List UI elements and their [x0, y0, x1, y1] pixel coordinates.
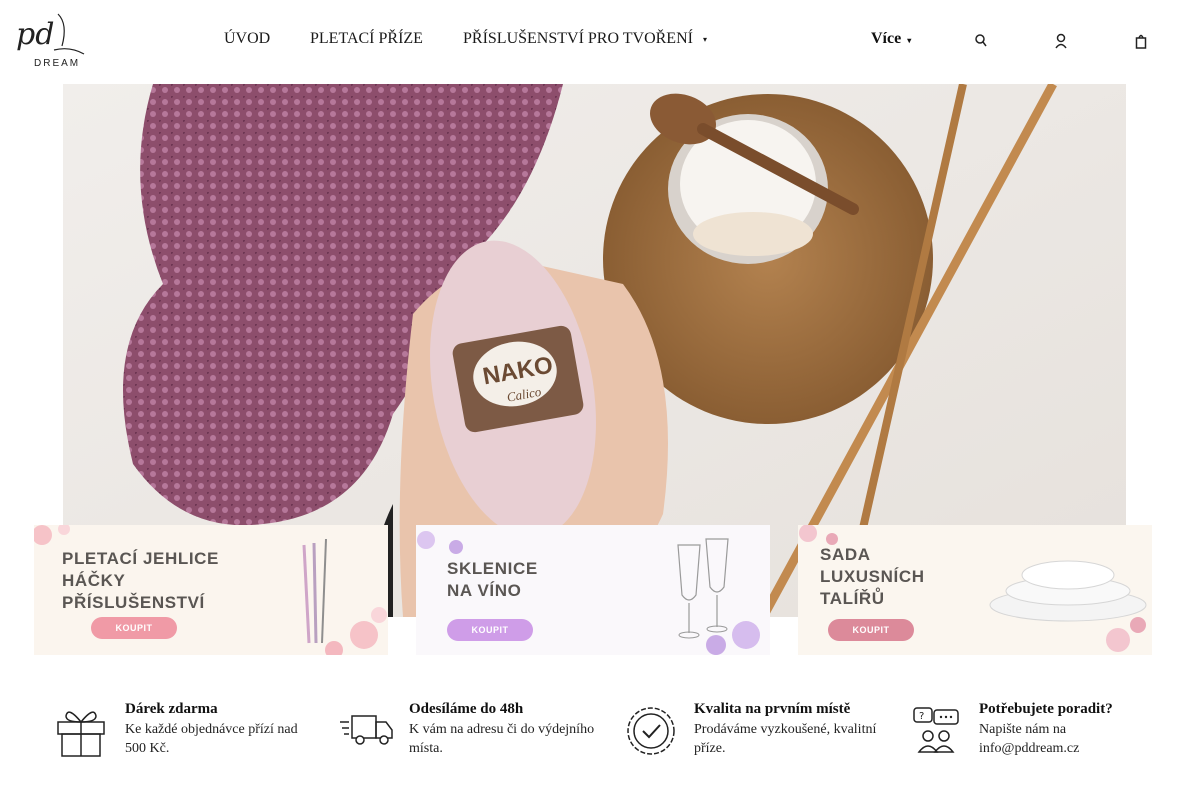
feature-title: Odesíláme do 48h: [409, 701, 524, 717]
site-logo[interactable]: pd DREAM: [14, 10, 90, 70]
banner-title: PLETACÍ JEHLICE HÁČKY PŘÍSLUŠENSTVÍ: [62, 549, 219, 612]
logo-text: pd: [16, 17, 54, 52]
truck-icon: [340, 700, 394, 760]
nav-item-prislusenstvi[interactable]: PŘÍSLUŠENSTVÍ PRO TVOŘENÍ ▾: [463, 30, 707, 48]
feature-text: Napište nám na info@pddream.cz: [979, 722, 1080, 756]
more-menu[interactable]: Více ▾: [871, 30, 911, 48]
cart-icon[interactable]: [1135, 32, 1147, 50]
site-header: pd DREAM ÚVOD PLETACÍ PŘÍZE PŘÍSLUŠENSTV…: [0, 0, 1200, 84]
banner-title: SADA LUXUSNÍCH TALÍŘŮ: [820, 545, 925, 608]
feature-title: Kvalita na prvním místě: [694, 701, 851, 717]
gift-icon: [54, 700, 108, 760]
logo-subtext: DREAM: [34, 58, 80, 69]
more-menu-label: Více: [871, 30, 902, 47]
chevron-down-icon: ▾: [907, 36, 912, 45]
user-icon[interactable]: [1055, 32, 1067, 50]
nav-item-uvod[interactable]: ÚVOD: [224, 30, 270, 48]
support-chat-icon: ?: [910, 700, 964, 760]
banner-title: SKLENICE NA VÍNO: [447, 559, 538, 600]
chevron-down-icon: ▾: [702, 34, 707, 44]
feature-text: K vám na adresu či do výdejního místa.: [409, 722, 595, 756]
feature-text: Prodáváme vyzkoušené, kvalitní příze.: [694, 722, 877, 756]
banner-wine-glasses[interactable]: SKLENICE NA VÍNO KOUPIT: [416, 525, 770, 655]
search-icon[interactable]: [975, 32, 987, 50]
feature-title: Dárek zdarma: [125, 701, 218, 717]
banner-knitting-needles[interactable]: PLETACÍ JEHLICE HÁČKY PŘÍSLUŠENSTVÍ KOUP…: [34, 525, 388, 655]
feature-text: Ke každé objednávce přízí nad 500 Kč.: [125, 722, 298, 756]
buy-button[interactable]: KOUPIT: [447, 619, 533, 641]
buy-button[interactable]: KOUPIT: [828, 619, 914, 641]
banner-luxury-plates[interactable]: SADA LUXUSNÍCH TALÍŘŮ KOUPIT: [798, 525, 1152, 655]
quality-badge-icon: [624, 700, 678, 760]
feature-title: Potřebujete poradit?: [979, 701, 1113, 717]
buy-button[interactable]: KOUPIT: [91, 617, 177, 639]
nav-item-pletaci-prize[interactable]: PLETACÍ PŘÍZE: [310, 30, 423, 48]
nav-item-prislusenstvi-label: PŘÍSLUŠENSTVÍ PRO TVOŘENÍ: [463, 30, 693, 47]
svg-text:?: ?: [919, 711, 924, 722]
